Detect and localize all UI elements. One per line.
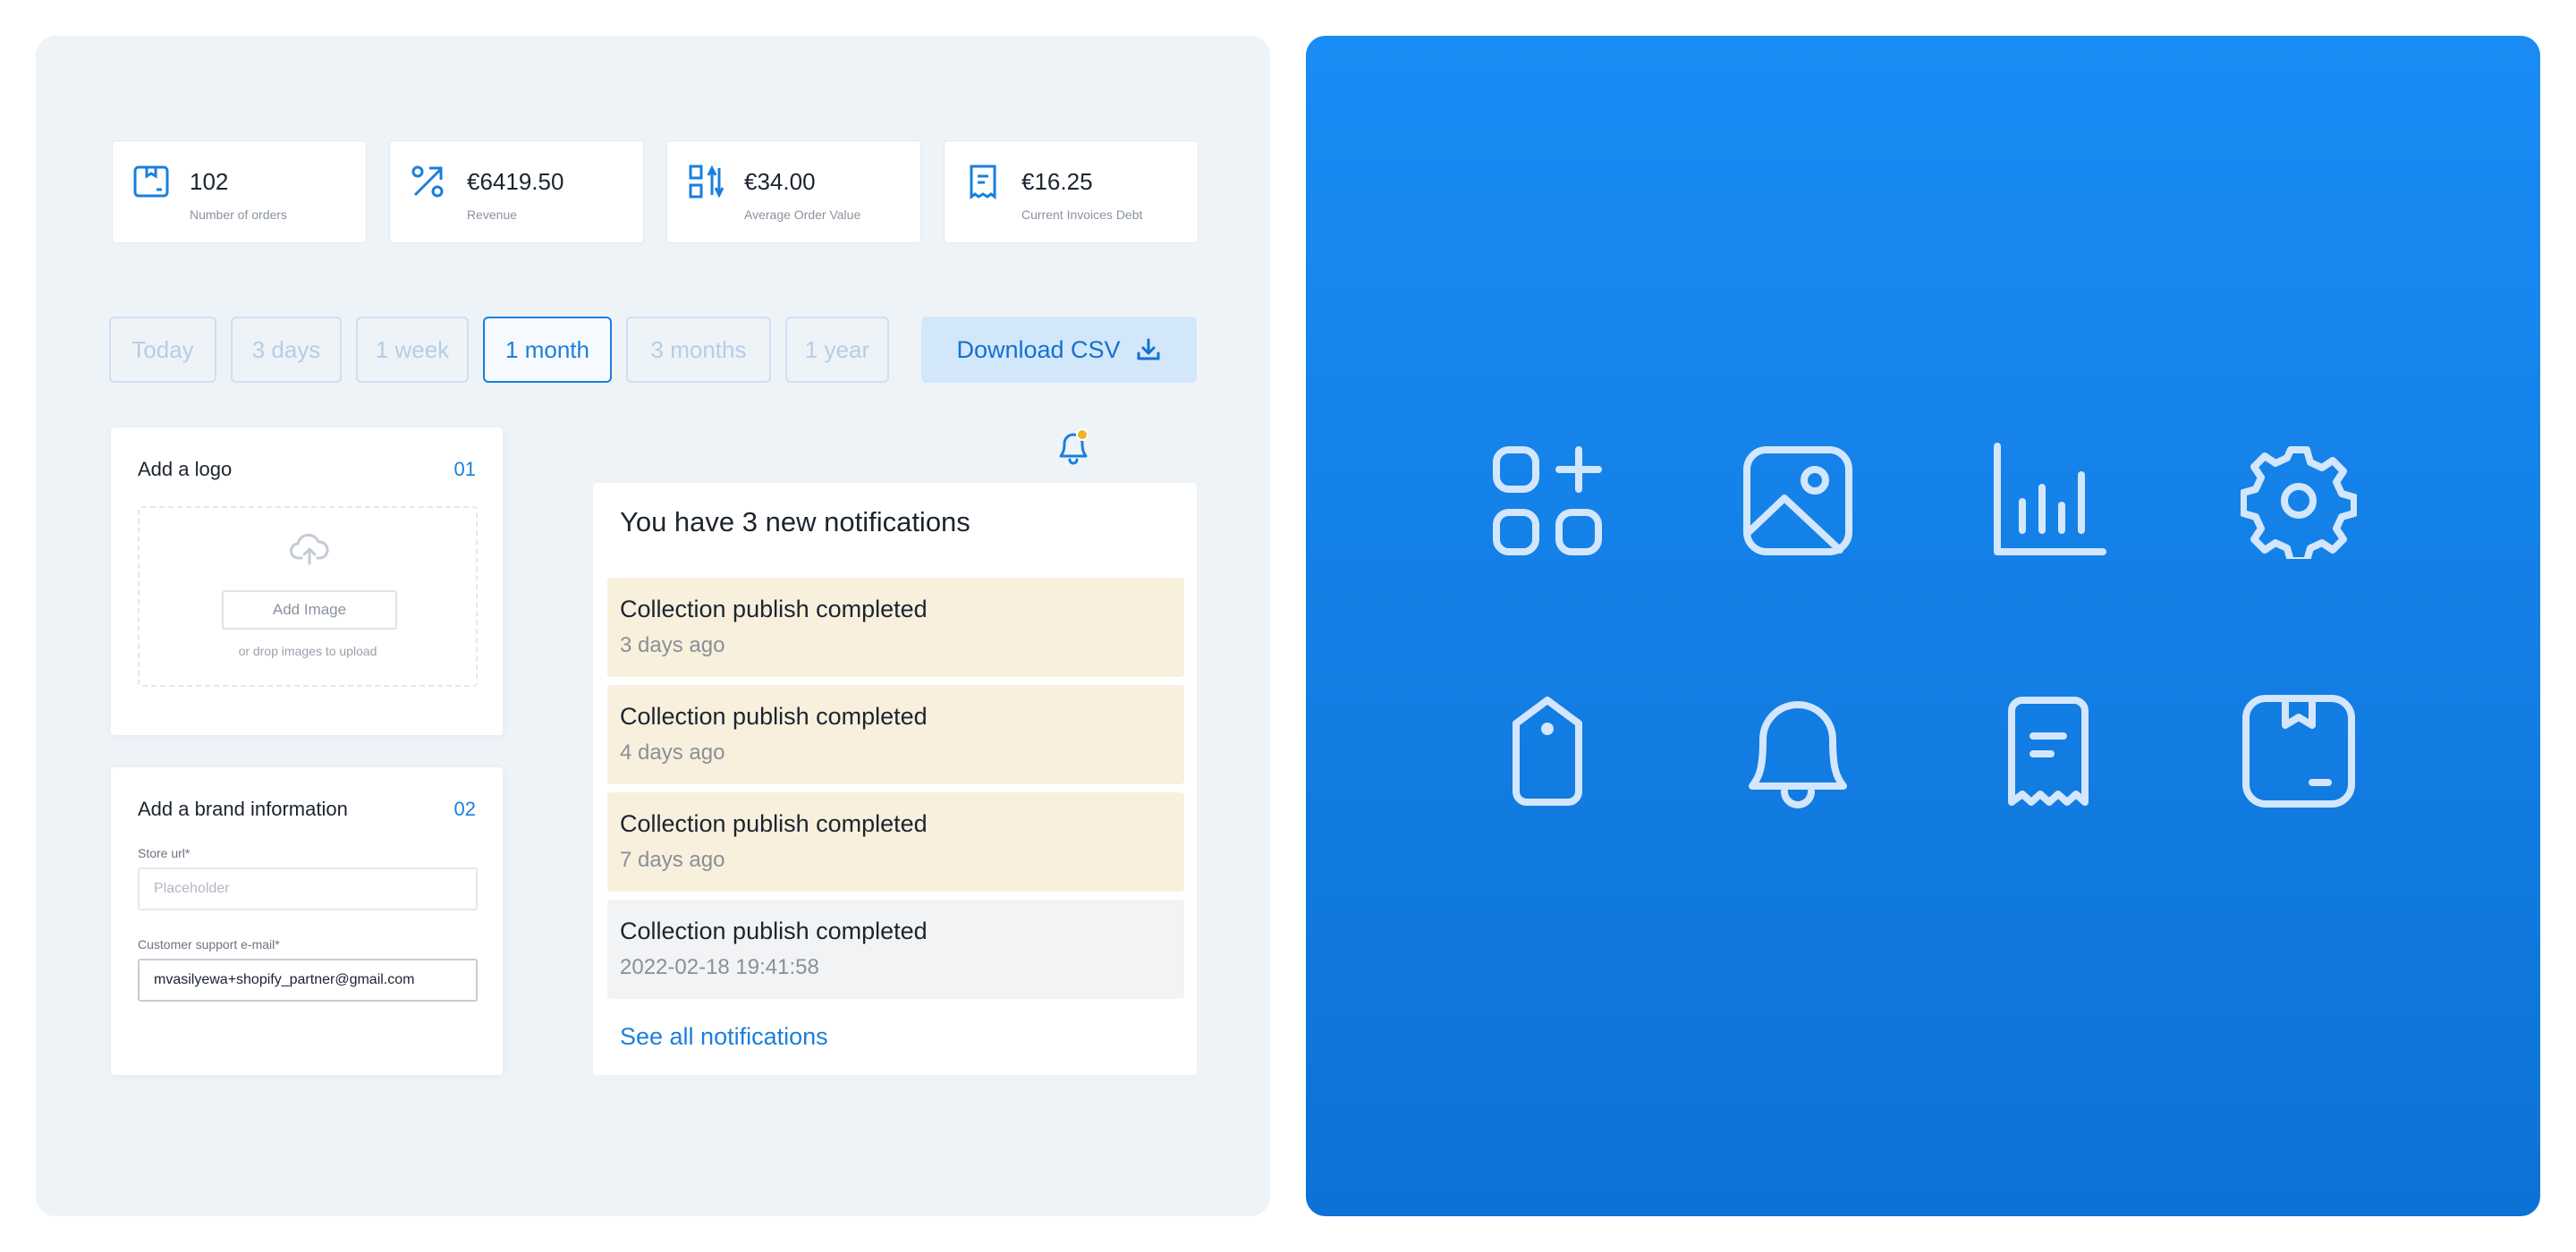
download-csv-label: Download CSV [956, 335, 1121, 363]
notification-item[interactable]: Collection publish completed 7 days ago [607, 792, 1184, 892]
period-1-week-button[interactable]: 1 week [356, 317, 469, 383]
stat-value: 102 [190, 168, 229, 195]
card-step-number: 01 [453, 458, 476, 480]
notification-time: 3 days ago [620, 633, 725, 657]
notification-title: Collection publish completed [620, 703, 928, 730]
stat-card-aov: €34.00 Average Order Value [666, 140, 921, 243]
sort-arrows-icon [689, 165, 724, 199]
image-icon [1743, 446, 1852, 555]
cloud-upload-icon [290, 533, 329, 565]
period-1-month-button[interactable]: 1 month [483, 317, 612, 383]
card-title: Add a brand information [138, 798, 348, 820]
period-3-months-button[interactable]: 3 months [626, 317, 771, 383]
card-step-number: 02 [453, 798, 476, 820]
bell-icon [1749, 701, 1847, 808]
notification-badge [1076, 428, 1089, 441]
notification-title: Collection publish completed [620, 596, 928, 622]
stat-value: €16.25 [1021, 168, 1093, 195]
add-image-button[interactable]: Add Image [222, 590, 397, 630]
notification-item[interactable]: Collection publish completed 2022-02-18 … [607, 900, 1184, 999]
stat-label: Average Order Value [744, 207, 861, 222]
card-title: Add a logo [138, 458, 233, 480]
add-logo-card: Add a logo 01 Add Image or drop images t… [111, 427, 503, 735]
period-today-button[interactable]: Today [109, 317, 216, 383]
stat-value: €6419.50 [467, 168, 564, 195]
see-all-notifications-link[interactable]: See all notifications [620, 1023, 828, 1051]
notification-time: 7 days ago [620, 848, 725, 872]
percent-icon [411, 165, 444, 198]
notification-time: 2022-02-18 19:41:58 [620, 955, 819, 979]
stat-label: Number of orders [190, 207, 287, 222]
box-icon [2242, 695, 2355, 808]
bar-chart-icon [1994, 443, 2106, 555]
store-url-label: Store url* [138, 846, 191, 860]
icon-showcase-panel [1306, 36, 2540, 1216]
stat-label: Revenue [467, 207, 518, 222]
notification-item[interactable]: Collection publish completed 4 days ago [607, 685, 1184, 784]
gear-icon [2241, 446, 2357, 559]
tag-icon [1513, 697, 1582, 806]
notifications-dropdown: You have 3 new notifications Collection … [593, 483, 1197, 1075]
stat-card-orders: 102 Number of orders [112, 140, 367, 243]
image-dropzone[interactable]: Add Image or drop images to upload [138, 506, 478, 687]
notification-item[interactable]: Collection publish completed 3 days ago [607, 578, 1184, 677]
notification-time: 4 days ago [620, 740, 725, 765]
drop-hint: or drop images to upload [238, 644, 377, 658]
stat-label: Current Invoices Debt [1021, 207, 1143, 222]
notification-title: Collection publish completed [620, 918, 928, 944]
brand-info-card: Add a brand information 02 Store url* Pl… [111, 767, 503, 1075]
box-icon [133, 165, 169, 198]
support-email-input[interactable]: mvasilyewa+shopify_partner@gmail.com [138, 959, 478, 1002]
stat-card-debt: €16.25 Current Invoices Debt [944, 140, 1199, 243]
receipt-icon [970, 165, 996, 199]
notification-title: Collection publish completed [620, 810, 928, 837]
download-icon [1137, 338, 1160, 360]
period-3-days-button[interactable]: 3 days [231, 317, 342, 383]
notifications-header: You have 3 new notifications [620, 506, 970, 537]
stat-card-revenue: €6419.50 Revenue [389, 140, 644, 243]
download-csv-button[interactable]: Download CSV [921, 317, 1197, 383]
notification-bell-icon[interactable] [1054, 424, 1093, 469]
receipt-icon [2008, 697, 2089, 806]
email-label: Customer support e-mail* [138, 937, 280, 952]
apps-add-icon [1493, 446, 1602, 555]
store-url-input[interactable]: Placeholder [138, 867, 478, 910]
period-1-year-button[interactable]: 1 year [785, 317, 889, 383]
stat-value: €34.00 [744, 168, 816, 195]
